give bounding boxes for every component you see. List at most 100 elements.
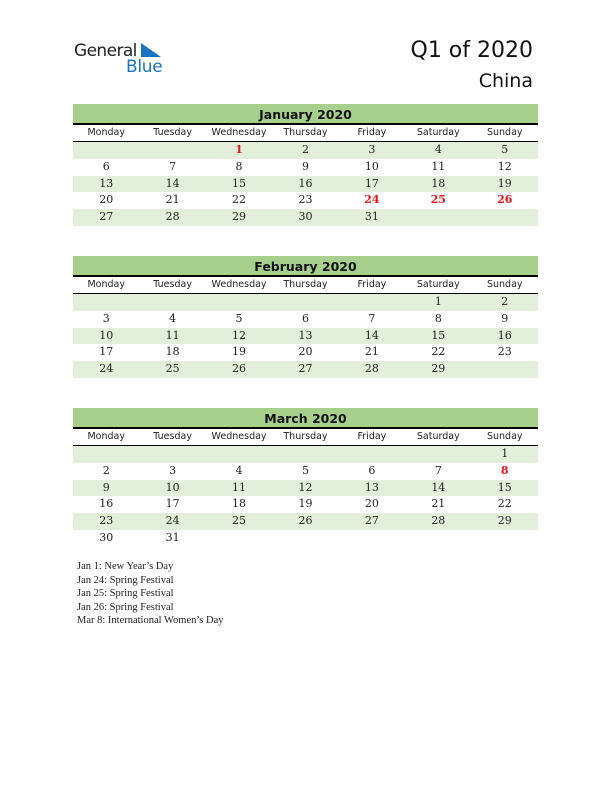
week-row: 9 10 11 12 13 14 15 — [73, 479, 538, 497]
date-cell: 29 — [232, 210, 247, 224]
date-cell: 15 — [232, 176, 247, 190]
holiday-date-cell: 1 — [235, 143, 243, 156]
date-cell: 4 — [434, 143, 442, 156]
date-cell: 28 — [431, 514, 446, 528]
generalblue-logo: General Blue — [74, 41, 174, 81]
week-row: 17 18 19 20 21 22 23 — [73, 344, 538, 361]
date-cell: 28 — [165, 210, 180, 224]
weekday-header-row: Monday Tuesday Wednesday Thursday Friday Satu… — [73, 125, 538, 142]
date-cell: 7 — [169, 159, 177, 173]
weekday-label: Saturday — [416, 127, 460, 138]
date-cell — [472, 530, 538, 547]
week-row: 12 — [73, 294, 538, 311]
week-row: 16 17 18 19 20 21 22 — [73, 496, 538, 513]
date-cell: 6 — [368, 463, 376, 477]
week-row: 10 11 12 13 14 15 16 — [73, 327, 538, 345]
date-cell: 9 — [301, 159, 309, 173]
date-cell: 4 — [169, 311, 177, 325]
weekday-label: Monday — [87, 127, 125, 138]
logo-text-blue: Blue — [126, 57, 163, 77]
date-cell: 15 — [497, 480, 512, 494]
date-cell: 7 — [434, 463, 442, 477]
date-cell: 12 — [298, 480, 313, 494]
date-cell: 27 — [99, 210, 114, 224]
date-cell: 4 — [235, 463, 243, 477]
country-name: China — [478, 70, 533, 92]
date-cell — [405, 446, 471, 463]
weekday-label: Friday — [357, 127, 387, 138]
date-cell: 19 — [298, 497, 313, 511]
week-row: 23 24 25 26 27 28 29 — [73, 513, 538, 530]
date-cell: 25 — [165, 362, 180, 376]
date-cell: 25 — [232, 514, 247, 528]
date-cell: 2 — [301, 143, 309, 156]
holiday-date-cell: 25 — [430, 193, 446, 207]
date-cell: 2 — [501, 295, 509, 308]
weekday-label: Sunday — [486, 431, 523, 442]
date-cell — [339, 294, 405, 311]
date-cell: 18 — [431, 176, 446, 190]
date-cell: 23 — [298, 193, 313, 207]
date-cell: 31 — [364, 210, 379, 224]
date-cell: 21 — [431, 497, 446, 511]
date-cell — [472, 361, 538, 378]
flag-triangle-icon — [141, 43, 161, 57]
date-cell: 16 — [99, 497, 114, 511]
weekday-label: Tuesday — [153, 127, 192, 138]
holiday-note: Mar 8: International Women’s Day — [77, 615, 224, 626]
date-cell: 29 — [497, 514, 512, 528]
date-cell: 11 — [431, 159, 446, 173]
date-cell — [73, 142, 139, 159]
week-row: 3 4 5 6 7 8 9 — [73, 311, 538, 328]
date-cell: 27 — [364, 514, 379, 528]
date-cell — [472, 209, 538, 226]
date-cell: 3 — [368, 143, 376, 156]
weekday-header-row: Monday Tuesday Wednesday Thursday Friday Satu… — [73, 277, 538, 294]
weekday-label: Tuesday — [153, 431, 192, 442]
month-title: March 2020 — [73, 408, 538, 429]
date-cell: 21 — [364, 345, 379, 359]
date-cell: 22 — [232, 193, 247, 207]
week-row: 1 — [73, 446, 538, 463]
date-cell: 14 — [431, 480, 446, 494]
page-title: Q1 of 2020 — [410, 38, 534, 63]
date-cell — [405, 209, 471, 226]
date-cell: 19 — [232, 345, 247, 359]
date-cell: 10 — [364, 159, 379, 173]
date-cell: 13 — [364, 480, 379, 494]
date-cell: 24 — [165, 514, 180, 528]
date-cell: 3 — [102, 311, 110, 325]
date-cell: 31 — [165, 530, 180, 544]
date-cell: 18 — [165, 345, 180, 359]
week-row: 24 25 26 27 28 29 — [73, 361, 538, 378]
week-row: 1 2 3 4 5 — [73, 142, 538, 159]
weekday-label: Sunday — [486, 279, 523, 290]
date-cell: 22 — [431, 345, 446, 359]
date-cell: 26 — [232, 362, 247, 376]
date-cell: 13 — [99, 176, 114, 190]
month-title: February 2020 — [73, 256, 538, 277]
date-cell: 10 — [165, 480, 180, 494]
date-cell: 28 — [364, 362, 379, 376]
holiday-date-cell: 24 — [364, 193, 380, 207]
date-cell: 12 — [497, 159, 512, 173]
holiday-date-cell: 26 — [497, 193, 513, 207]
date-cell — [339, 446, 405, 463]
date-cell: 26 — [298, 514, 313, 528]
date-cell: 5 — [301, 463, 309, 477]
weekday-label: Sunday — [486, 127, 523, 138]
date-cell: 27 — [298, 362, 313, 376]
weekday-label: Saturday — [416, 431, 460, 442]
holiday-date-cell: 8 — [500, 463, 509, 477]
date-cell: 14 — [364, 328, 379, 342]
date-cell: 5 — [235, 311, 243, 325]
weekday-label: Saturday — [416, 279, 460, 290]
weekday-label: Tuesday — [153, 279, 192, 290]
month-calendar-january: January 2020 Monday Tuesday Wednesday Thursd… — [73, 104, 538, 226]
date-cell: 6 — [301, 311, 309, 325]
weekday-label: Thursday — [283, 279, 328, 290]
month-calendar-february: February 2020 Monday Tuesday Wednesday Thurs… — [73, 256, 538, 378]
date-cell — [206, 530, 272, 547]
date-cell: 17 — [99, 345, 114, 359]
weekday-label: Wednesday — [211, 279, 267, 290]
